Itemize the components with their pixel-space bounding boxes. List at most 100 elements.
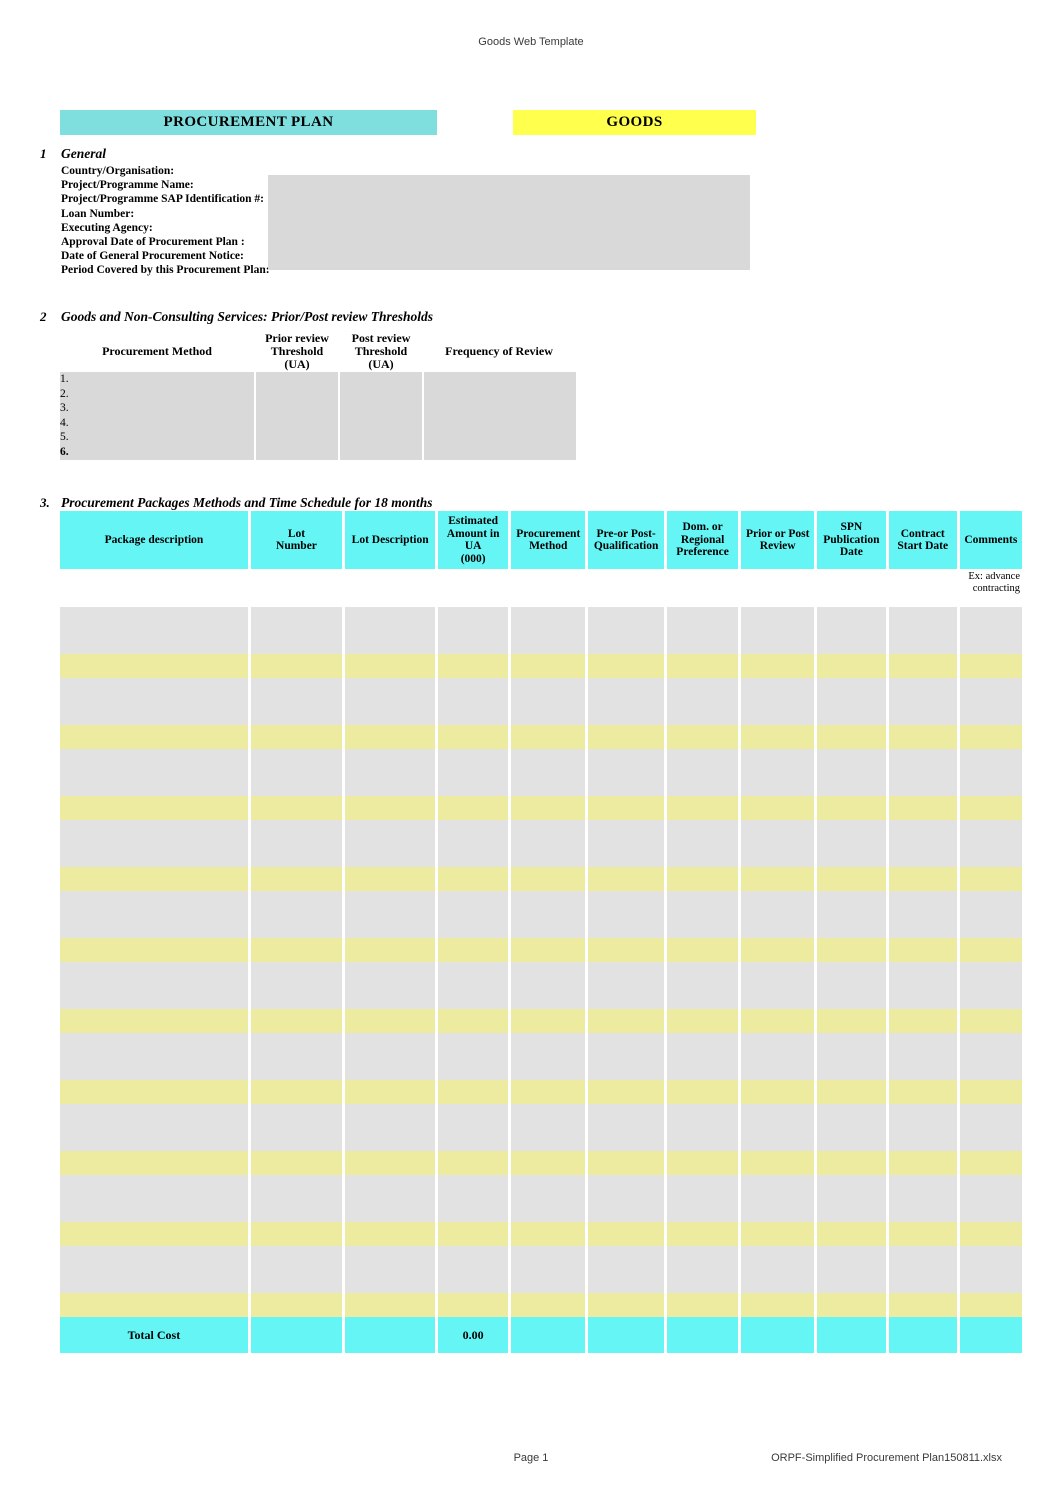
cell-spn-publication-date[interactable] — [816, 1293, 889, 1317]
cell-comments[interactable] — [959, 607, 1022, 654]
cell-spn-publication-date[interactable] — [816, 725, 889, 749]
cell-prior-post-review[interactable] — [741, 938, 817, 962]
cell-pre-post-qualification[interactable] — [588, 654, 667, 678]
cell-contract-start-date[interactable] — [888, 796, 960, 820]
cell-estimated-amount[interactable] — [438, 1175, 512, 1222]
cell-lot-description[interactable] — [345, 820, 439, 867]
cell-lot-number[interactable] — [250, 891, 346, 938]
cell-prior-post-review[interactable] — [741, 1080, 817, 1104]
cell-comments[interactable] — [959, 678, 1022, 725]
cell-estimated-amount[interactable] — [438, 1080, 512, 1104]
table-row[interactable] — [60, 1033, 1022, 1080]
table-row[interactable] — [60, 820, 1022, 867]
cell-spn-publication-date[interactable] — [816, 891, 889, 938]
cell-dom-regional-preference[interactable] — [666, 962, 742, 1009]
cell-pre-post-qualification[interactable] — [588, 1293, 667, 1317]
cell-lot-description[interactable] — [345, 1080, 439, 1104]
cell-dom-regional-preference[interactable] — [666, 1222, 742, 1246]
cell-spn-publication-date[interactable] — [816, 820, 889, 867]
cell-lot-description[interactable] — [345, 938, 439, 962]
cell-pre-post-qualification[interactable] — [588, 1080, 667, 1104]
cell-procurement-method[interactable] — [510, 569, 589, 607]
cell-comments[interactable] — [959, 1175, 1022, 1222]
cell-package[interactable] — [60, 796, 251, 820]
cell-pre-post-qualification[interactable] — [588, 749, 667, 796]
cell-comments[interactable] — [959, 1222, 1022, 1246]
cell-spn-publication-date[interactable] — [816, 569, 889, 607]
cell-spn-publication-date[interactable] — [816, 962, 889, 1009]
cell-procurement-method[interactable] — [511, 1104, 589, 1151]
table-row[interactable] — [60, 444, 576, 460]
cell-lot-description[interactable] — [345, 678, 439, 725]
table-row[interactable] — [60, 1104, 1022, 1151]
cell-estimated-amount[interactable] — [438, 1293, 512, 1317]
cell-comments[interactable] — [959, 796, 1022, 820]
cell-prior-post-review[interactable] — [741, 725, 817, 749]
cell-estimated-amount[interactable] — [438, 1151, 512, 1175]
table-row[interactable] — [60, 1009, 1022, 1033]
cell-contract-start-date[interactable] — [888, 1080, 960, 1104]
table-row[interactable] — [60, 1151, 1022, 1175]
cell-estimated-amount[interactable] — [438, 1033, 512, 1080]
table-row[interactable] — [60, 372, 576, 387]
cell-dom-regional-preference[interactable] — [666, 1009, 742, 1033]
cell-pre-post-qualification[interactable] — [588, 1151, 667, 1175]
cell-lot-number[interactable] — [250, 1033, 346, 1080]
cell-contract-start-date[interactable] — [888, 938, 960, 962]
cell-prior-post-review[interactable] — [741, 1222, 817, 1246]
table-row[interactable] — [60, 430, 576, 445]
cell-comments[interactable] — [959, 1246, 1022, 1293]
cell-frequency[interactable] — [424, 444, 576, 460]
cell-lot-description[interactable] — [345, 891, 439, 938]
cell-contract-start-date[interactable] — [888, 654, 960, 678]
table-row[interactable] — [60, 607, 1022, 654]
cell-prior[interactable] — [256, 372, 340, 387]
cell-spn-publication-date[interactable] — [816, 654, 889, 678]
cell-spn-publication-date[interactable] — [816, 1175, 889, 1222]
cell-dom-regional-preference[interactable] — [666, 820, 742, 867]
cell-dom-regional-preference[interactable] — [666, 1104, 742, 1151]
cell-prior-post-review[interactable] — [741, 1246, 817, 1293]
cell-contract-start-date[interactable] — [888, 725, 960, 749]
cell-method[interactable] — [60, 372, 256, 387]
cell-prior-post-review[interactable] — [741, 1293, 817, 1317]
cell-procurement-method[interactable] — [511, 1246, 589, 1293]
cell-spn-publication-date[interactable] — [816, 1246, 889, 1293]
cell-spn-publication-date[interactable] — [816, 678, 889, 725]
cell-procurement-method[interactable] — [511, 1175, 589, 1222]
cell-procurement-method[interactable] — [511, 749, 589, 796]
cell-procurement-method[interactable] — [511, 1033, 589, 1080]
cell-comments[interactable] — [959, 654, 1022, 678]
cell-package[interactable] — [60, 1104, 251, 1151]
cell-procurement-method[interactable] — [511, 607, 589, 654]
cell-frequency[interactable] — [424, 415, 576, 431]
cell-prior-post-review[interactable] — [741, 749, 817, 796]
cell-lot-number[interactable] — [250, 1222, 346, 1246]
cell-prior-post-review[interactable] — [741, 678, 817, 725]
cell-procurement-method[interactable] — [511, 867, 589, 891]
cell-prior[interactable] — [256, 444, 340, 460]
cell-frequency[interactable] — [424, 386, 576, 402]
cell-procurement-method[interactable] — [511, 1151, 589, 1175]
cell-contract-start-date[interactable] — [888, 607, 960, 654]
cell-estimated-amount[interactable] — [438, 962, 512, 1009]
cell-package[interactable] — [60, 1151, 251, 1175]
cell-method[interactable] — [60, 401, 256, 416]
cell-post[interactable] — [340, 430, 424, 445]
cell-package[interactable] — [60, 891, 251, 938]
cell-contract-start-date[interactable] — [888, 867, 960, 891]
cell-lot-number[interactable] — [250, 962, 346, 1009]
cell-package[interactable] — [60, 607, 251, 654]
cell-spn-publication-date[interactable] — [816, 749, 889, 796]
cell-lot-description[interactable] — [345, 1104, 439, 1151]
cell-prior[interactable] — [256, 386, 340, 402]
cell-pre-post-qualification[interactable] — [588, 820, 667, 867]
cell-prior-post-review[interactable] — [741, 962, 817, 1009]
cell-method[interactable] — [60, 444, 256, 460]
cell-comments[interactable] — [959, 962, 1022, 1009]
cell-package[interactable] — [60, 654, 251, 678]
cell-estimated-amount[interactable] — [438, 796, 512, 820]
cell-comments[interactable] — [959, 891, 1022, 938]
cell-lot-description[interactable] — [345, 867, 439, 891]
cell-pre-post-qualification[interactable] — [588, 962, 667, 1009]
